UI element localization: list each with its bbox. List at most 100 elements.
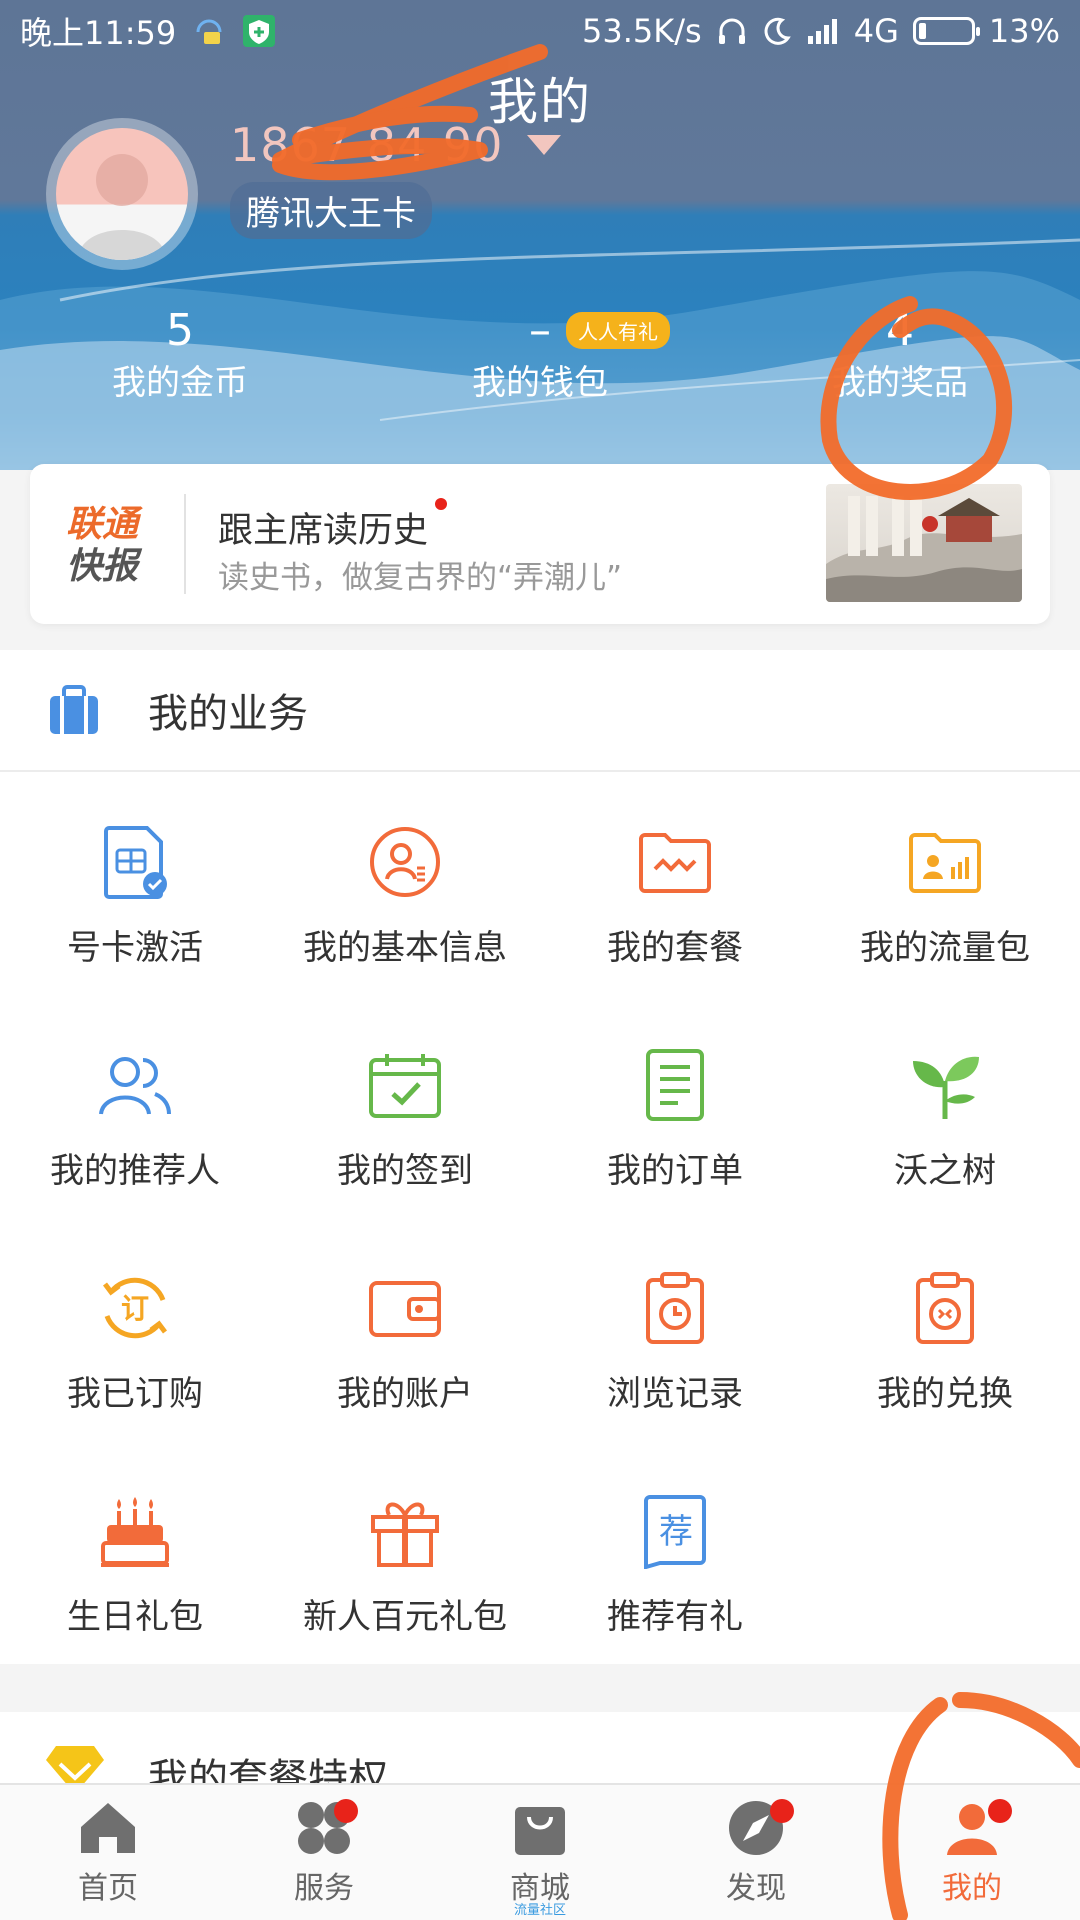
grid-item-newcomer-gift[interactable]: 新人百元礼包 (270, 1455, 540, 1678)
grid-item-label: 推荐有礼 (607, 1597, 743, 1637)
business-grid: 号卡激活 我的基本信息 我的套餐 我的流量包 我的推荐人 我的签到 我的订单 沃… (0, 772, 1080, 1678)
grid-item-referrer[interactable]: 我的推荐人 (0, 1009, 270, 1232)
tab-mall[interactable]: 商城 流量社区 (432, 1785, 648, 1920)
grid-item-subscribed[interactable]: 订 我已订购 (0, 1232, 270, 1455)
tab-sublabel: 流量社区 (513, 1903, 566, 1918)
tab-label: 服务 (294, 1871, 354, 1906)
tab-discover[interactable]: 发现 (648, 1785, 864, 1920)
news-subtitle: 读史书，做复古界的“弄潮儿” (218, 560, 623, 596)
grid-item-label: 我的套餐 (607, 928, 743, 968)
svg-text:订: 订 (121, 1292, 149, 1325)
service-badge (334, 1799, 358, 1823)
network-type: 4G (853, 12, 899, 50)
grid-item-my-package[interactable]: 我的套餐 (540, 786, 810, 1009)
tab-label: 首页 (78, 1871, 138, 1906)
grid-item-history[interactable]: 浏览记录 (540, 1232, 810, 1455)
stat-coins[interactable]: 5 我的金币 (0, 302, 360, 406)
news-title: 跟主席读历史 (218, 511, 429, 551)
gift-icon (367, 1493, 443, 1569)
account-switcher[interactable]: 1867 84 90 (230, 118, 562, 172)
package-folder-icon (637, 824, 713, 900)
briefcase-icon (50, 685, 98, 734)
news-divider (184, 494, 186, 594)
bottom-tab-bar: 首页 服务 商城 流量社区 发现 我的 (0, 1783, 1080, 1920)
dropdown-triangle-icon (527, 135, 562, 155)
security-shield-icon (242, 14, 276, 48)
grid-item-check-in[interactable]: 我的签到 (270, 1009, 540, 1232)
grid-item-label: 我的兑换 (877, 1374, 1013, 1414)
tab-mine[interactable]: 我的 (864, 1785, 1080, 1920)
unicom-news-logo: 联通 快报 (66, 504, 138, 588)
tab-home[interactable]: 首页 (0, 1785, 216, 1920)
grid-item-label: 生日礼包 (67, 1597, 203, 1637)
prizes-value: 4 (886, 305, 914, 356)
home-icon (81, 1803, 135, 1853)
unread-dot (435, 498, 447, 510)
grid-item-basic-info[interactable]: 我的基本信息 (270, 786, 540, 1009)
stat-prizes[interactable]: 4 我的奖品 (720, 302, 1080, 406)
svg-text:荐: 荐 (659, 1512, 693, 1552)
sim-card-icon (97, 824, 173, 900)
my-page-screen: 晚上11:59 53.5K/s 4G 13% 我的 1867 84 90 腾讯大… (0, 0, 1080, 1920)
wallet-promo-badge: 人人有礼 (566, 312, 670, 349)
my-business-header: 我的业务 (0, 650, 1080, 772)
battery-percent: 13% (988, 12, 1060, 50)
stat-wallet[interactable]: – 我的钱包 人人有礼 (360, 302, 720, 406)
tab-label: 发现 (726, 1871, 786, 1906)
news-logo-line2: 快报 (66, 546, 139, 587)
my-business-section: 我的业务 号卡激活 我的基本信息 我的套餐 我的流量包 我的推荐人 我的签到 我… (0, 650, 1080, 1664)
exchange-clipboard-icon (907, 1270, 983, 1346)
subscribed-icon: 订 (97, 1270, 173, 1346)
birthday-cake-icon (97, 1493, 173, 1569)
grid-item-label: 我的流量包 (860, 928, 1030, 968)
referrer-icon (97, 1047, 173, 1123)
tab-service[interactable]: 服务 (216, 1785, 432, 1920)
signal-icon (806, 16, 840, 46)
tab-label: 我的 (942, 1871, 1002, 1906)
news-logo-line1: 联通 (66, 504, 139, 545)
wallet-icon (367, 1270, 443, 1346)
profile-icon (367, 824, 443, 900)
stats-row: 5 我的金币 – 我的钱包 人人有礼 4 我的奖品 (0, 302, 1080, 406)
grid-item-label: 我已订购 (67, 1374, 203, 1414)
coins-label: 我的金币 (112, 363, 248, 403)
discover-badge (770, 1799, 794, 1823)
data-folder-icon (907, 824, 983, 900)
battery-icon (912, 17, 980, 45)
order-list-icon (637, 1047, 713, 1123)
headphones-icon (716, 15, 748, 47)
network-speed: 53.5K/s (582, 12, 702, 50)
grid-item-label: 我的推荐人 (50, 1151, 220, 1191)
battery-level-fill (918, 23, 926, 39)
default-avatar-icon (78, 154, 166, 260)
grid-item-sim-activation[interactable]: 号卡激活 (0, 786, 270, 1009)
grid-item-label: 新人百元礼包 (303, 1597, 507, 1637)
grid-item-label: 我的签到 (337, 1151, 473, 1191)
unicom-news-card[interactable]: 联通 快报 跟主席读历史 读史书，做复古界的“弄潮儿” (30, 464, 1050, 624)
grid-item-exchange[interactable]: 我的兑换 (810, 1232, 1080, 1455)
sprout-icon (907, 1047, 983, 1123)
grid-item-data-pack[interactable]: 我的流量包 (810, 786, 1080, 1009)
grid-item-orders[interactable]: 我的订单 (540, 1009, 810, 1232)
prizes-label: 我的奖品 (832, 363, 968, 403)
grid-item-account[interactable]: 我的账户 (270, 1232, 540, 1455)
phone-number: 1867 84 90 (230, 118, 504, 172)
status-bar: 晚上11:59 53.5K/s 4G 13% (0, 0, 1080, 62)
grid-item-label: 号卡激活 (67, 928, 203, 968)
notification-app-icon (192, 14, 226, 48)
grid-item-wo-tree[interactable]: 沃之树 (810, 1009, 1080, 1232)
card-type-badge: 腾讯大王卡 (230, 182, 432, 239)
status-time: 晚上11:59 (20, 14, 177, 52)
wallet-label: 我的钱包 (472, 363, 608, 403)
profile-header: 晚上11:59 53.5K/s 4G 13% 我的 1867 84 90 腾讯大… (0, 0, 1080, 470)
grid-item-label: 我的基本信息 (303, 928, 507, 968)
grid-item-label: 沃之树 (894, 1151, 996, 1191)
grid-item-label: 浏览记录 (607, 1374, 743, 1414)
avatar[interactable] (46, 118, 198, 270)
grid-item-birthday-gift[interactable]: 生日礼包 (0, 1455, 270, 1678)
do-not-disturb-moon-icon (762, 16, 792, 46)
calendar-check-icon (367, 1047, 443, 1123)
grid-item-recommend-gift[interactable]: 荐 推荐有礼 (540, 1455, 810, 1678)
history-clipboard-icon (637, 1270, 713, 1346)
grid-item-label: 我的订单 (607, 1151, 743, 1191)
